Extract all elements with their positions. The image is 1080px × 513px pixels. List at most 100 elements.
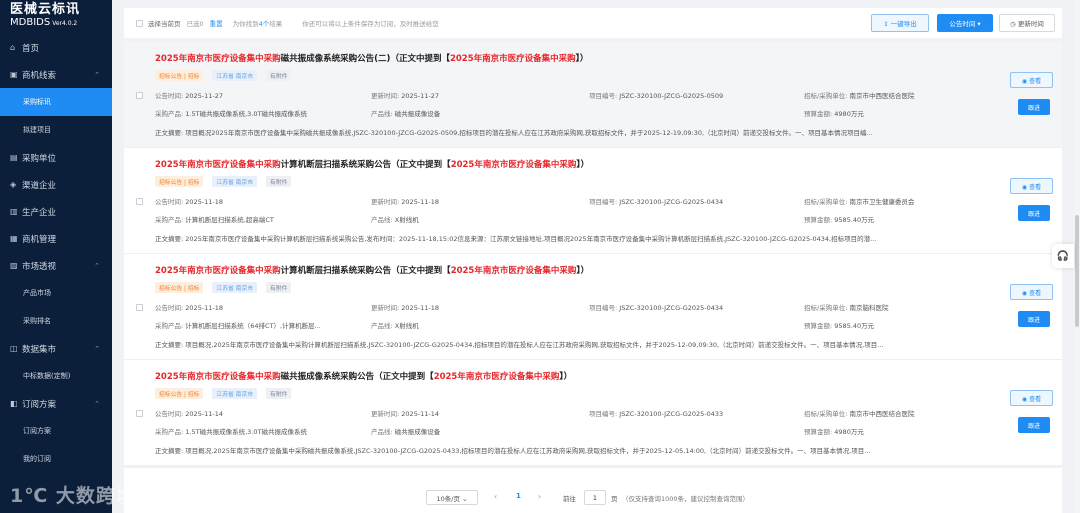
prev-page-button[interactable]: ‹	[494, 492, 497, 501]
select-page-label[interactable]: 选择当前页	[148, 18, 181, 28]
goto-page-input[interactable]: 1	[584, 490, 606, 505]
sidebar-subitem[interactable]: 采购标讯	[0, 88, 112, 116]
record-tag: 有附件	[266, 176, 292, 187]
field-value: 计算机断层扫描系统（64排CT）,计算机断层...	[185, 322, 321, 330]
field-label: 更新时间:	[371, 198, 400, 206]
export-button[interactable]: ⇪ 一键导出	[871, 14, 929, 32]
field-label: 产品线:	[371, 110, 393, 118]
sidebar-item[interactable]: ◈ 渠道企业	[0, 171, 112, 198]
field-label: 采购产品:	[155, 322, 184, 330]
sidebar-subitem[interactable]: 拟建项目	[0, 116, 112, 144]
chevron-down-icon: ⌃	[94, 344, 100, 353]
logo-brand: MDBIDS	[10, 17, 51, 28]
field-value: 南京市中西医结合医院	[849, 92, 915, 100]
view-button[interactable]: ◉ 查看	[1010, 72, 1053, 88]
sidebar-item-label: 渠道企业	[22, 180, 57, 191]
headset-icon[interactable]: 🎧	[1052, 244, 1074, 268]
scrollbar-thumb[interactable]	[1075, 215, 1079, 327]
next-page-button[interactable]: ›	[538, 492, 541, 501]
record-title[interactable]: 2025年南京市医疗设备集中采购磁共振成像系统采购公告(二)（正文中提到【202…	[155, 52, 588, 64]
sidebar-item[interactable]: ▥ 生产企业	[0, 198, 112, 225]
home-icon: ⌂	[10, 43, 16, 52]
title-highlight: 2025年南京市医疗设备集中采购	[450, 266, 577, 276]
view-button[interactable]: ◉ 查看	[1010, 178, 1053, 194]
field-label: 招标/采购单位:	[804, 304, 848, 312]
toolbar: 选择当前页 已选0 重置 为你找到4个结果 你还可以将以上条件保存为订阅，及时推…	[124, 8, 1062, 38]
field-value: JSZC-320100-JZCG-G2025-0434	[619, 198, 724, 206]
field-value: X射线机	[394, 322, 419, 330]
sort-update-time-button[interactable]: ◷ 更新时间	[999, 14, 1055, 32]
tag-group: 招标公告 | 招标 江苏省 南京市 有附件	[155, 70, 300, 81]
field-value: 2025-11-18	[401, 198, 440, 206]
field-project-no: 项目编号: JSZC-320100-JZCG-G2025-0434	[589, 196, 723, 206]
record-tag: 江苏省 南京市	[212, 70, 258, 81]
record-abstract: 正文摘要: 项目概况,2025年南京市医疗设备集中采购磁共振成像系统,JSZC-…	[155, 445, 1010, 455]
track-button[interactable]: 跟进	[1018, 99, 1050, 115]
field-label: 产品线:	[371, 216, 393, 224]
sidebar-item[interactable]: ▣ 商机线索 ⌃	[0, 61, 112, 88]
record-tag: 招标公告 | 招标	[155, 176, 204, 187]
field-budget: 预算金额: 4980万元	[804, 108, 864, 118]
page-number-current[interactable]: 1	[516, 492, 521, 500]
subscribe-hint: 你还可以将以上条件保存为订阅，及时推送给您	[302, 20, 439, 28]
sidebar-item-label: 市场透视	[22, 261, 57, 272]
title-text: 】）	[576, 266, 590, 276]
sidebar-subitem[interactable]: 我的订阅	[0, 445, 112, 473]
record-checkbox[interactable]	[136, 198, 143, 205]
select-page-checkbox[interactable]	[136, 19, 143, 27]
field-label: 采购产品:	[155, 216, 184, 224]
record-checkbox[interactable]	[136, 304, 143, 311]
sidebar-item[interactable]: ▨ 市场透视 ⌃	[0, 252, 112, 279]
sidebar-item[interactable]: ⌂ 首页	[0, 34, 112, 61]
sidebar-subitem[interactable]: 产品市场	[0, 279, 112, 307]
field-label: 项目编号:	[589, 92, 618, 100]
title-text: 磁共振成像系统采购公告（正文中提到【	[280, 372, 434, 382]
page-size-select[interactable]: 10条/页 ⌄	[426, 490, 478, 505]
field-product: 采购产品: 计算机断层扫描系统,超高端CT	[155, 214, 274, 224]
record-title[interactable]: 2025年南京市医疗设备集中采购计算机断层扫描系统采购公告（正文中提到【2025…	[155, 264, 589, 276]
record-checkbox[interactable]	[136, 410, 143, 417]
logo: 医械云标讯 MDBIDS Ver4.0.2	[0, 0, 112, 34]
field-value: 磁共振成像设备	[394, 428, 441, 436]
sidebar-subitem[interactable]: 中标数据(定制)	[0, 362, 112, 390]
field-product-line: 产品线: 磁共振成像设备	[371, 426, 440, 436]
field-value: JSZC-320100-JZCG-G2025-0434	[619, 304, 724, 312]
sidebar-item[interactable]: ◧ 订阅方案 ⌃	[0, 390, 112, 417]
abstract-text: 项目概况2025年南京市医疗设备集中采购磁共振成像系统,JSZC-320100-…	[185, 129, 873, 137]
selected-count: 已选0	[186, 20, 204, 28]
field-buyer: 招标/采购单位: 南京市中西医结合医院	[804, 408, 914, 418]
record-card: 2025年南京市医疗设备集中采购磁共振成像系统采购公告（正文中提到【2025年南…	[124, 360, 1062, 466]
field-value: 南京市中西医结合医院	[849, 410, 915, 418]
record-title[interactable]: 2025年南京市医疗设备集中采购计算机断层扫描系统采购公告（正文中提到【2025…	[155, 158, 589, 170]
sidebar-subitem[interactable]: 订阅方案	[0, 417, 112, 445]
abstract-text: 项目概况,2025年南京市医疗设备集中采购计算机断层扫描系统,JSZC-3201…	[185, 341, 884, 349]
result-suffix: 结果	[269, 20, 283, 28]
field-label: 产品线:	[371, 322, 393, 330]
record-tag: 招标公告 | 招标	[155, 282, 204, 293]
sidebar-subitem[interactable]: 采购排名	[0, 307, 112, 335]
briefcase-icon: ▣	[10, 70, 18, 79]
title-text: 】）	[576, 160, 590, 170]
title-text: 】）	[559, 372, 573, 382]
result-prefix: 为你找到	[232, 20, 259, 28]
track-button[interactable]: 跟进	[1018, 205, 1050, 221]
field-product: 采购产品: 1.5T磁共振成像系统,3.0T磁共振成像系统	[155, 108, 307, 118]
title-text: 】）	[575, 54, 589, 64]
track-button[interactable]: 跟进	[1018, 311, 1050, 327]
record-checkbox[interactable]	[136, 92, 143, 99]
sidebar-item[interactable]: ▦ 商机管理	[0, 225, 112, 252]
sidebar-item[interactable]: ◫ 数据集市 ⌃	[0, 335, 112, 362]
field-value: 南京脑科医院	[849, 304, 889, 312]
view-button[interactable]: ◉ 查看	[1010, 390, 1053, 406]
field-label: 更新时间:	[371, 410, 400, 418]
field-label: 正文摘要:	[155, 235, 184, 243]
sidebar-item[interactable]: ▤ 采购单位	[0, 144, 112, 171]
view-button[interactable]: ◉ 查看	[1010, 284, 1053, 300]
field-label: 正文摘要:	[155, 341, 184, 349]
track-button[interactable]: 跟进	[1018, 417, 1050, 433]
field-value: 2025-11-18	[185, 198, 224, 206]
reset-link[interactable]: 重置	[210, 18, 223, 28]
sort-publish-time-button[interactable]: 公告时间 ▾	[937, 14, 993, 32]
record-card: 2025年南京市医疗设备集中采购磁共振成像系统采购公告(二)（正文中提到【202…	[124, 42, 1062, 148]
record-title[interactable]: 2025年南京市医疗设备集中采购磁共振成像系统采购公告（正文中提到【2025年南…	[155, 370, 572, 382]
